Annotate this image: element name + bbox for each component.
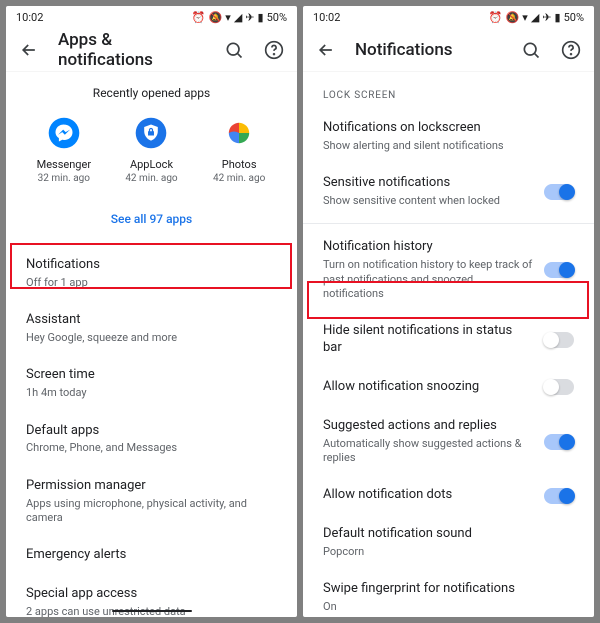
row-sub: 1h 4m today (26, 386, 277, 400)
app-sub: 42 min. ago (125, 173, 177, 184)
alarm-icon: ⏰ (489, 12, 503, 23)
wifi-icon: ▾ (225, 12, 231, 23)
row-sub: Hey Google, squeeze and more (26, 331, 277, 345)
battery-percent: 50% (564, 11, 584, 24)
row-allow-notification-snoozing[interactable]: Allow notification snoozing (303, 368, 594, 407)
app-sub: 42 min. ago (213, 173, 265, 184)
row-sub: Popcorn (323, 545, 574, 559)
battery-percent: 50% (267, 11, 287, 24)
app-name: Photos (222, 158, 257, 171)
status-bar: 10:02 ⏰ 🔕 ▾ ◢ ✈ ▮ 50% (303, 6, 594, 28)
row-swipe-fingerprint[interactable]: Swipe fingerprint for notifications On (303, 570, 594, 617)
dnd-icon: 🔕 (506, 12, 520, 23)
row-title: Permission manager (26, 478, 277, 495)
switch-hide-silent-notifications[interactable] (544, 332, 574, 348)
switch-sensitive-notifications[interactable] (544, 184, 574, 200)
row-sub: Apps using microphone, physical activity… (26, 497, 277, 526)
row-sub: Show alerting and silent notifications (323, 139, 574, 153)
dnd-icon: 🔕 (209, 12, 223, 23)
back-button[interactable] (315, 39, 337, 61)
phone-right: 10:02 ⏰ 🔕 ▾ ◢ ✈ ▮ 50% Notifications (303, 6, 594, 617)
row-default-apps[interactable]: Default apps Chrome, Phone, and Messages (6, 412, 297, 467)
row-sub: Show sensitive content when locked (323, 194, 534, 208)
wifi-icon: ▾ (522, 12, 528, 23)
search-button[interactable] (520, 39, 542, 61)
battery-icon: ▮ (258, 12, 264, 23)
row-title: Sensitive notifications (323, 175, 534, 192)
row-permission-manager[interactable]: Permission manager Apps using microphone… (6, 467, 297, 536)
row-title: Default apps (26, 423, 277, 440)
switch-allow-notification-snoozing[interactable] (544, 379, 574, 395)
row-title: Notification history (323, 239, 534, 256)
row-sub: Off for 1 app (26, 276, 277, 290)
battery-icon: ▮ (555, 12, 561, 23)
row-sub: On (323, 600, 574, 614)
airplane-icon: ✈ (245, 12, 254, 23)
switch-allow-notification-dots[interactable] (544, 488, 574, 504)
row-title: Emergency alerts (26, 547, 277, 564)
phone-left: 10:02 ⏰ 🔕 ▾ ◢ ✈ ▮ 50% Apps & notificatio… (6, 6, 297, 617)
app-bar: Notifications (303, 28, 594, 72)
row-assistant[interactable]: Assistant Hey Google, squeeze and more (6, 301, 297, 356)
app-name: AppLock (130, 158, 173, 171)
signal-icon: ◢ (531, 12, 539, 23)
lock-screen-overline: LOCK SCREEN (303, 72, 594, 109)
alarm-icon: ⏰ (192, 12, 206, 23)
row-title: Allow notification snoozing (323, 379, 534, 396)
app-sub: 32 min. ago (38, 173, 90, 184)
airplane-icon: ✈ (542, 12, 551, 23)
page-title: Apps & notifications (58, 30, 205, 70)
row-title: Suggested actions and replies (323, 418, 534, 435)
messenger-icon (47, 116, 81, 150)
row-notifications[interactable]: Notifications Off for 1 app (6, 246, 297, 301)
recently-opened-header: Recently opened apps (6, 72, 297, 108)
row-sub: Chrome, Phone, and Messages (26, 441, 277, 455)
row-sensitive-notifications[interactable]: Sensitive notifications Show sensitive c… (303, 164, 594, 219)
row-screen-time[interactable]: Screen time 1h 4m today (6, 356, 297, 411)
row-title: Notifications on lockscreen (323, 120, 574, 137)
applock-icon (134, 116, 168, 150)
recent-app-photos[interactable]: Photos 42 min. ago (199, 116, 279, 184)
row-title: Allow notification dots (323, 487, 534, 504)
row-suggested-actions[interactable]: Suggested actions and replies Automatica… (303, 407, 594, 476)
row-sub: Automatically show suggested actions & r… (323, 437, 534, 466)
row-title: Hide silent notifications in status bar (323, 323, 534, 357)
switch-suggested-actions[interactable] (544, 434, 574, 450)
row-allow-notification-dots[interactable]: Allow notification dots (303, 476, 594, 515)
see-all-apps-link[interactable]: See all 97 apps (6, 192, 297, 246)
page-title: Notifications (355, 40, 502, 60)
search-button[interactable] (223, 39, 245, 61)
row-title: Screen time (26, 367, 277, 384)
app-bar: Apps & notifications (6, 28, 297, 72)
row-hide-silent-notifications[interactable]: Hide silent notifications in status bar (303, 312, 594, 368)
row-title: Assistant (26, 312, 277, 329)
status-time: 10:02 (16, 11, 192, 24)
recent-app-messenger[interactable]: Messenger 32 min. ago (24, 116, 104, 184)
help-button[interactable] (560, 39, 582, 61)
recent-apps-row: Messenger 32 min. ago AppLock 42 min. ag… (6, 108, 297, 192)
row-title: Notifications (26, 257, 277, 274)
row-emergency-alerts[interactable]: Emergency alerts (6, 536, 297, 575)
row-title: Default notification sound (323, 526, 574, 543)
status-time: 10:02 (313, 11, 489, 24)
recent-app-applock[interactable]: AppLock 42 min. ago (111, 116, 191, 184)
row-sub: Turn on notification history to keep tra… (323, 258, 534, 301)
status-bar: 10:02 ⏰ 🔕 ▾ ◢ ✈ ▮ 50% (6, 6, 297, 28)
divider (303, 223, 594, 224)
signal-icon: ◢ (234, 12, 242, 23)
photos-icon (222, 116, 256, 150)
switch-notification-history[interactable] (544, 262, 574, 278)
back-button[interactable] (18, 39, 40, 61)
row-title: Special app access (26, 586, 277, 603)
help-button[interactable] (263, 39, 285, 61)
row-notifications-on-lockscreen[interactable]: Notifications on lockscreen Show alertin… (303, 109, 594, 164)
row-title: Swipe fingerprint for notifications (323, 581, 574, 598)
row-default-notification-sound[interactable]: Default notification sound Popcorn (303, 515, 594, 570)
home-indicator[interactable] (112, 610, 192, 612)
row-notification-history[interactable]: Notification history Turn on notificatio… (303, 228, 594, 312)
app-name: Messenger (37, 158, 91, 171)
